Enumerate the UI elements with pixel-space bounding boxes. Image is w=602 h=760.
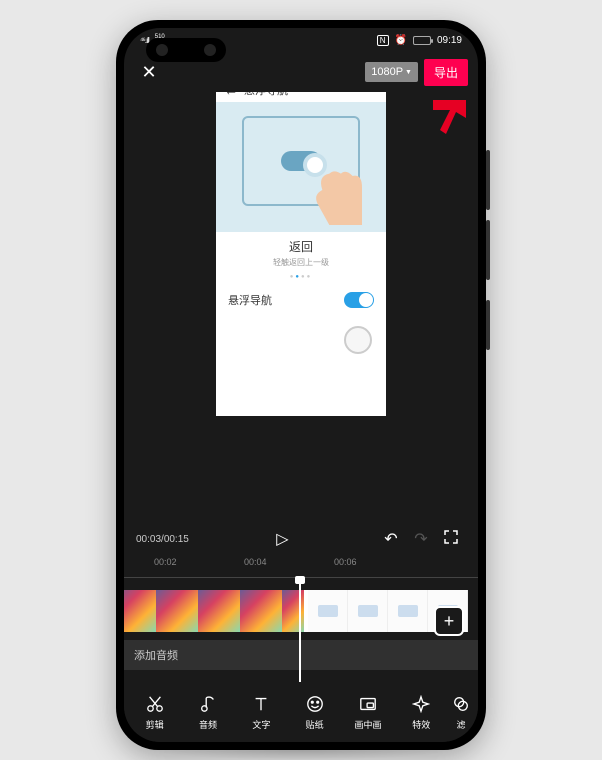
- floating-nav-icon: [344, 326, 372, 354]
- music-note-icon: [199, 694, 217, 714]
- pip-icon: [359, 694, 377, 714]
- tool-effects[interactable]: 特效: [395, 694, 448, 731]
- tool-strip: 剪辑 音频 文字 贴纸: [124, 682, 478, 742]
- tool-pip[interactable]: 画中画: [341, 694, 394, 731]
- alarm-icon: ⏰: [395, 35, 407, 46]
- timeline[interactable]: + 添加音频: [124, 578, 478, 682]
- tool-filter[interactable]: 滤: [448, 694, 474, 731]
- inner-title: 悬浮导航: [244, 92, 288, 98]
- callout-arrow-icon: [428, 98, 468, 143]
- ruler-mark: 00:06: [334, 557, 424, 575]
- tool-audio[interactable]: 音频: [181, 694, 234, 731]
- timeline-ruler[interactable]: 00:02 00:04 00:06: [124, 557, 478, 575]
- clip-thumb[interactable]: [156, 590, 198, 632]
- filter-icon: [452, 694, 470, 714]
- nfc-icon: N: [377, 35, 389, 46]
- clock: 09:19: [437, 35, 462, 46]
- tool-sticker[interactable]: 贴纸: [288, 694, 341, 731]
- inner-header: ← 悬浮导航: [216, 92, 386, 102]
- caption-sub: 轻触返回上一级: [216, 257, 386, 268]
- fullscreen-button[interactable]: [436, 530, 466, 549]
- add-clip-button[interactable]: +: [434, 606, 464, 636]
- time-display: 00:03/00:15: [136, 534, 189, 545]
- camera-cutout: [146, 38, 226, 62]
- back-arrow-icon: ←: [224, 92, 238, 98]
- caption-title: 返回: [216, 238, 386, 255]
- power-hw: [486, 300, 490, 350]
- clip-thumb[interactable]: [240, 590, 282, 632]
- add-audio-label: 添加音频: [134, 647, 178, 663]
- player-controls: 00:03/00:15 ▷ ↶ ↷: [124, 521, 478, 557]
- export-button[interactable]: 导出: [424, 59, 468, 86]
- inner-caption: 返回 轻触返回上一级: [216, 232, 386, 270]
- ruler-mark: 00:02: [154, 557, 244, 575]
- undo-button[interactable]: ↶: [376, 529, 406, 549]
- preview-canvas[interactable]: ⋯ıl ▭ ← 悬浮导航 返回: [124, 92, 478, 521]
- playhead[interactable]: [299, 578, 301, 682]
- resolution-value: 1080P: [371, 66, 403, 78]
- sparkle-icon: [412, 694, 430, 714]
- inner-toggle-row: 悬浮导航: [216, 284, 386, 316]
- inner-illustration: [216, 102, 386, 232]
- page-dots: ●●●●: [216, 270, 386, 284]
- resolution-dropdown[interactable]: 1080P ▼: [365, 62, 418, 82]
- tool-clip[interactable]: 剪辑: [128, 694, 181, 731]
- phone-frame: ⁴⁶.ıll 510 B/s ▪ N ⏰ 09:19 ✕ 1080P ▼ 导出: [116, 20, 486, 750]
- ruler-mark: 00:04: [244, 557, 334, 575]
- text-icon: [252, 694, 270, 714]
- tool-text[interactable]: 文字: [235, 694, 288, 731]
- play-button[interactable]: ▷: [267, 529, 297, 549]
- scissors-icon: [146, 694, 164, 714]
- clip-thumb[interactable]: [124, 590, 156, 632]
- shadow: [153, 740, 449, 760]
- add-audio-track[interactable]: 添加音频: [124, 640, 478, 670]
- toggle-switch: [344, 292, 374, 308]
- redo-button[interactable]: ↷: [406, 529, 436, 549]
- chevron-down-icon: ▼: [405, 69, 412, 76]
- battery-icon: [413, 36, 431, 45]
- clip-thumb[interactable]: [198, 590, 240, 632]
- close-button[interactable]: ✕: [134, 62, 164, 83]
- screen: ⁴⁶.ıll 510 B/s ▪ N ⏰ 09:19 ✕ 1080P ▼ 导出: [124, 28, 478, 742]
- sticker-icon: [306, 694, 324, 714]
- video-track[interactable]: [124, 590, 478, 632]
- volume-up-hw: [486, 150, 490, 210]
- toggle-label: 悬浮导航: [228, 292, 272, 308]
- volume-down-hw: [486, 220, 490, 280]
- preview-content: ⋯ıl ▭ ← 悬浮导航 返回: [216, 92, 386, 416]
